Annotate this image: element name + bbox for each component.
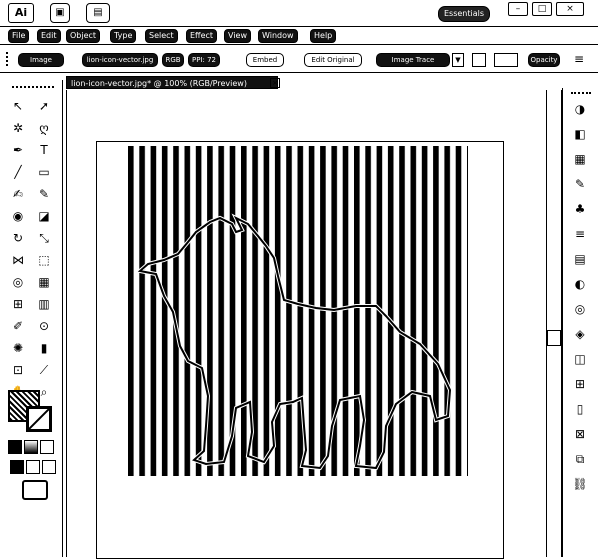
perspective-grid-icon[interactable]: ▦ bbox=[36, 274, 52, 290]
panel-dock-grip[interactable] bbox=[571, 92, 591, 98]
links-icon[interactable]: ⛓ bbox=[571, 475, 589, 493]
ppi-readout: PPI: 72 bbox=[188, 53, 220, 67]
gradient-panel-icon[interactable]: ▤ bbox=[571, 250, 589, 268]
bridge-icon[interactable]: ▣ bbox=[50, 3, 70, 23]
panel-icons: ◑ ◧ ▦ ✎ ♣ ≡ ▤ ◐ ◎ ◈ ◫ ⊞ ▯ ⊠ ⧉ ⛓ bbox=[571, 100, 589, 493]
close-document-icon[interactable]: × bbox=[270, 78, 280, 88]
tools-panel-grip[interactable] bbox=[12, 86, 54, 92]
close-window-button[interactable]: × bbox=[556, 2, 584, 16]
layers-icon[interactable]: ◫ bbox=[571, 350, 589, 368]
screen-mode-icon[interactable] bbox=[22, 480, 48, 500]
slice-icon[interactable]: ⟋ bbox=[36, 362, 52, 378]
menu-help[interactable]: Help bbox=[310, 29, 337, 43]
brushes-icon[interactable]: ✎ bbox=[571, 175, 589, 193]
minimize-button[interactable]: – bbox=[508, 2, 528, 16]
draw-normal-icon[interactable] bbox=[10, 460, 24, 474]
swatches-icon[interactable]: ▦ bbox=[571, 150, 589, 168]
type-icon[interactable]: T bbox=[36, 142, 52, 158]
embed-button[interactable]: Embed bbox=[246, 53, 284, 67]
transparency-icon[interactable]: ◐ bbox=[571, 275, 589, 293]
chevron-down-icon[interactable]: ▼ bbox=[452, 53, 464, 67]
none-mode-button[interactable] bbox=[40, 440, 54, 454]
direct-selection-icon[interactable]: ➚ bbox=[36, 98, 52, 114]
application-bar: Ai ▣ ▤ Essentials – □ × bbox=[0, 0, 598, 27]
opacity-label[interactable]: Opacity bbox=[528, 53, 560, 67]
scrollbar-thumb[interactable] bbox=[547, 330, 561, 346]
image-trace-button[interactable]: Image Trace bbox=[376, 53, 450, 67]
menu-select[interactable]: Select bbox=[145, 29, 178, 43]
lion-artwork[interactable] bbox=[128, 146, 468, 476]
pen-icon[interactable]: ✒ bbox=[10, 142, 26, 158]
none-slash-icon bbox=[28, 408, 50, 430]
tools-panel: ↖➚✲ღ✒T╱▭✍✎◉◪↻⤡⋈⬚◎▦⊞▥✐⊙✺▮⊡⟋✋⌕ bbox=[0, 80, 63, 557]
document-tab[interactable]: lion-icon-vector.jpg* @ 100% (RGB/Previe… bbox=[66, 76, 278, 89]
color-guide-icon[interactable]: ◧ bbox=[571, 125, 589, 143]
workspace-switcher[interactable]: Essentials bbox=[438, 6, 490, 22]
arrange-documents-icon[interactable]: ▤ bbox=[86, 3, 110, 23]
graphic-styles-icon[interactable]: ◈ bbox=[571, 325, 589, 343]
mesh-icon[interactable]: ⊞ bbox=[10, 296, 26, 312]
control-bar: Image lion-icon-vector.jpg RGB PPI: 72 E… bbox=[0, 46, 598, 73]
color-icon[interactable]: ◑ bbox=[571, 100, 589, 118]
eyedropper-icon[interactable]: ✐ bbox=[10, 318, 26, 334]
menu-edit[interactable]: Edit bbox=[37, 29, 61, 43]
color-mode-badge: RGB bbox=[162, 53, 184, 67]
free-transform-icon[interactable]: ⬚ bbox=[36, 252, 52, 268]
draw-inside-icon[interactable] bbox=[42, 460, 56, 474]
rotate-icon[interactable]: ↻ bbox=[10, 230, 26, 246]
selection-icon[interactable]: ↖ bbox=[10, 98, 26, 114]
rectangle-icon[interactable]: ▭ bbox=[36, 164, 52, 180]
vertical-scrollbar[interactable] bbox=[546, 90, 562, 557]
draw-behind-icon[interactable] bbox=[26, 460, 40, 474]
align-icon[interactable]: ▯ bbox=[571, 400, 589, 418]
panel-dock: ◑ ◧ ▦ ✎ ♣ ≡ ▤ ◐ ◎ ◈ ◫ ⊞ ▯ ⊠ ⧉ ⛓ bbox=[562, 88, 598, 557]
artboards-icon[interactable]: ⊞ bbox=[571, 375, 589, 393]
mask-button[interactable] bbox=[494, 53, 518, 67]
menu-bar: File Edit Object Type Select Effect View… bbox=[0, 27, 598, 45]
stroke-icon[interactable]: ≡ bbox=[571, 225, 589, 243]
selection-type-label: Image bbox=[18, 53, 64, 67]
appearance-icon[interactable]: ◎ bbox=[571, 300, 589, 318]
menu-type[interactable]: Type bbox=[110, 29, 137, 43]
app-logo: Ai bbox=[8, 3, 34, 23]
blend-icon[interactable]: ⊙ bbox=[36, 318, 52, 334]
lasso-icon[interactable]: ღ bbox=[36, 120, 52, 136]
scale-icon[interactable]: ⤡ bbox=[36, 230, 52, 246]
edit-original-button[interactable]: Edit Original bbox=[304, 53, 362, 67]
artboard-icon[interactable]: ⊡ bbox=[10, 362, 26, 378]
paintbrush-icon[interactable]: ✍ bbox=[10, 186, 26, 202]
eraser-icon[interactable]: ◪ bbox=[36, 208, 52, 224]
menu-view[interactable]: View bbox=[224, 29, 251, 43]
control-bar-grip[interactable] bbox=[6, 52, 12, 66]
shape-builder-icon[interactable]: ◎ bbox=[10, 274, 26, 290]
gradient-mode-button[interactable] bbox=[24, 440, 38, 454]
stroke-swatch[interactable] bbox=[26, 406, 52, 432]
symbols-icon[interactable]: ♣ bbox=[571, 200, 589, 218]
menu-file[interactable]: File bbox=[8, 29, 30, 43]
pencil-icon[interactable]: ✎ bbox=[36, 186, 52, 202]
gradient-icon[interactable]: ▥ bbox=[36, 296, 52, 312]
column-graph-icon[interactable]: ▮ bbox=[36, 340, 52, 356]
magic-wand-icon[interactable]: ✲ bbox=[10, 120, 26, 136]
tool-grid: ↖➚✲ღ✒T╱▭✍✎◉◪↻⤡⋈⬚◎▦⊞▥✐⊙✺▮⊡⟋✋⌕ bbox=[10, 98, 56, 400]
menu-window[interactable]: Window bbox=[258, 29, 298, 43]
line-icon[interactable]: ╱ bbox=[10, 164, 26, 180]
linked-file-name[interactable]: lion-icon-vector.jpg bbox=[82, 53, 158, 67]
symbol-sprayer-icon[interactable]: ✺ bbox=[10, 340, 26, 356]
color-mode-button[interactable] bbox=[8, 440, 22, 454]
width-icon[interactable]: ⋈ bbox=[10, 252, 26, 268]
transform-icon[interactable]: ⊠ bbox=[571, 425, 589, 443]
pathfinder-icon[interactable]: ⧉ bbox=[571, 450, 589, 468]
panel-menu-icon[interactable]: ≡ bbox=[574, 52, 588, 66]
blob-brush-icon[interactable]: ◉ bbox=[10, 208, 26, 224]
trace-presets-icon[interactable] bbox=[472, 53, 486, 67]
maximize-button[interactable]: □ bbox=[532, 2, 552, 16]
menu-effect[interactable]: Effect bbox=[186, 29, 218, 43]
menu-object[interactable]: Object bbox=[66, 29, 101, 43]
